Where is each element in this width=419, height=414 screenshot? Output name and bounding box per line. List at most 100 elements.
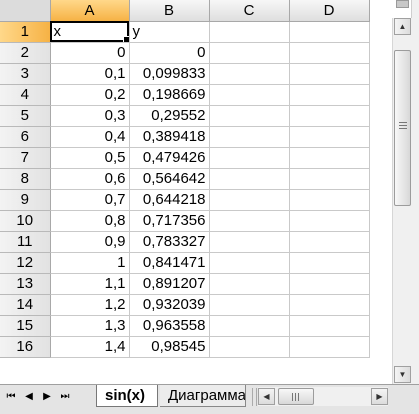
cell-c[interactable] — [209, 210, 290, 232]
scroll-down-arrow-icon[interactable]: ▼ — [394, 366, 411, 383]
cell-a[interactable]: 1,1 — [50, 273, 130, 295]
cell-d[interactable] — [289, 63, 370, 85]
cell-d[interactable] — [289, 126, 370, 148]
cell-d[interactable] — [289, 336, 370, 358]
cell-c[interactable] — [209, 42, 290, 64]
vertical-scroll-thumb[interactable] — [394, 50, 411, 206]
row-header[interactable]: 9 — [0, 189, 51, 211]
cell-c[interactable] — [209, 315, 290, 337]
cell-a[interactable]: 1,2 — [50, 294, 130, 316]
cell-c[interactable] — [209, 336, 290, 358]
scroll-left-arrow-icon[interactable]: ◀ — [258, 388, 275, 405]
fill-handle[interactable] — [122, 35, 128, 41]
row-header[interactable]: 16 — [0, 336, 51, 358]
cell-d[interactable] — [289, 273, 370, 295]
row-header[interactable]: 5 — [0, 105, 51, 127]
cell-d[interactable] — [289, 105, 370, 127]
cell-b[interactable]: 0,099833 — [129, 63, 210, 85]
prev-sheet-icon[interactable]: ◀ — [22, 390, 36, 404]
cell-c[interactable] — [209, 126, 290, 148]
cell-b[interactable]: y — [129, 21, 210, 43]
cell-d[interactable] — [289, 168, 370, 190]
cell-b[interactable]: 0,479426 — [129, 147, 210, 169]
cell-d[interactable] — [289, 42, 370, 64]
last-sheet-icon[interactable]: ⏭ — [58, 390, 72, 404]
cell-c[interactable] — [209, 168, 290, 190]
cell-d[interactable] — [289, 252, 370, 274]
next-sheet-icon[interactable]: ▶ — [40, 390, 54, 404]
cell-c[interactable] — [209, 294, 290, 316]
row-header[interactable]: 13 — [0, 273, 51, 295]
cell-b[interactable]: 0,389418 — [129, 126, 210, 148]
row-header[interactable]: 6 — [0, 126, 51, 148]
cell-b[interactable]: 0,932039 — [129, 294, 210, 316]
horizontal-scroll-thumb[interactable] — [278, 388, 314, 405]
cell-a[interactable]: 0,1 — [50, 63, 130, 85]
cell-a[interactable]: 0,7 — [50, 189, 130, 211]
column-header-a[interactable]: A — [50, 0, 130, 22]
cell-c[interactable] — [209, 231, 290, 253]
cell-c[interactable] — [209, 63, 290, 85]
cell-b[interactable]: 0,963558 — [129, 315, 210, 337]
row-header[interactable]: 1 — [0, 21, 51, 43]
tab-sin-x[interactable]: sin(x) — [96, 385, 158, 407]
cell-d[interactable] — [289, 231, 370, 253]
cell-a[interactable]: 0,2 — [50, 84, 130, 106]
cell-b[interactable]: 0,29552 — [129, 105, 210, 127]
cell-d[interactable] — [289, 21, 370, 43]
cell-a[interactable]: 0,3 — [50, 105, 130, 127]
first-sheet-icon[interactable]: ⏮ — [4, 390, 18, 404]
cell-b[interactable]: 0,841471 — [129, 252, 210, 274]
cell-a[interactable]: 0,6 — [50, 168, 130, 190]
row-header[interactable]: 2 — [0, 42, 51, 64]
column-header-d[interactable]: D — [289, 0, 370, 22]
cell-c[interactable] — [209, 147, 290, 169]
cell-c[interactable] — [209, 105, 290, 127]
scroll-up-arrow-icon[interactable]: ▲ — [394, 18, 411, 35]
cell-d[interactable] — [289, 210, 370, 232]
cell-a[interactable]: 0,5 — [50, 147, 130, 169]
cell-b[interactable]: 0,891207 — [129, 273, 210, 295]
vertical-scrollbar[interactable]: ▲ ▼ — [392, 18, 412, 384]
cell-b[interactable]: 0,644218 — [129, 189, 210, 211]
cell-a[interactable]: 0,4 — [50, 126, 130, 148]
cell-a[interactable]: 1 — [50, 252, 130, 274]
row-header[interactable]: 15 — [0, 315, 51, 337]
cell-d[interactable] — [289, 189, 370, 211]
cell-d[interactable] — [289, 147, 370, 169]
cell-b[interactable]: 0,717356 — [129, 210, 210, 232]
cell-d[interactable] — [289, 294, 370, 316]
column-header-c[interactable]: C — [209, 0, 290, 22]
horizontal-split-box[interactable] — [396, 0, 409, 8]
cell-b[interactable]: 0,564642 — [129, 168, 210, 190]
cell-a[interactable]: 0,9 — [50, 231, 130, 253]
cell-c[interactable] — [209, 252, 290, 274]
column-header-b[interactable]: B — [129, 0, 210, 22]
cell-c[interactable] — [209, 21, 290, 43]
row-header[interactable]: 10 — [0, 210, 51, 232]
row-header[interactable]: 11 — [0, 231, 51, 253]
tab-chart[interactable]: Диаграмма — [160, 385, 246, 407]
row-header[interactable]: 12 — [0, 252, 51, 274]
row-header[interactable]: 14 — [0, 294, 51, 316]
cell-b[interactable]: 0 — [129, 42, 210, 64]
cell-a[interactable]: 0,8 — [50, 210, 130, 232]
cell-c[interactable] — [209, 189, 290, 211]
select-all-corner[interactable] — [0, 0, 51, 22]
cell-d[interactable] — [289, 84, 370, 106]
cell-c[interactable] — [209, 273, 290, 295]
scroll-right-arrow-icon[interactable]: ▶ — [371, 388, 388, 405]
cell-b[interactable]: 0,98545 — [129, 336, 210, 358]
cell-a[interactable]: 1,3 — [50, 315, 130, 337]
tab-split-handle[interactable] — [252, 388, 257, 406]
row-header[interactable]: 3 — [0, 63, 51, 85]
cell-b[interactable]: 0,783327 — [129, 231, 210, 253]
row-header[interactable]: 7 — [0, 147, 51, 169]
cell-b[interactable]: 0,198669 — [129, 84, 210, 106]
cell-a[interactable]: 0 — [50, 42, 130, 64]
cell-a[interactable]: x — [50, 21, 130, 43]
row-header[interactable]: 4 — [0, 84, 51, 106]
row-header[interactable]: 8 — [0, 168, 51, 190]
cell-d[interactable] — [289, 315, 370, 337]
cell-a[interactable]: 1,4 — [50, 336, 130, 358]
